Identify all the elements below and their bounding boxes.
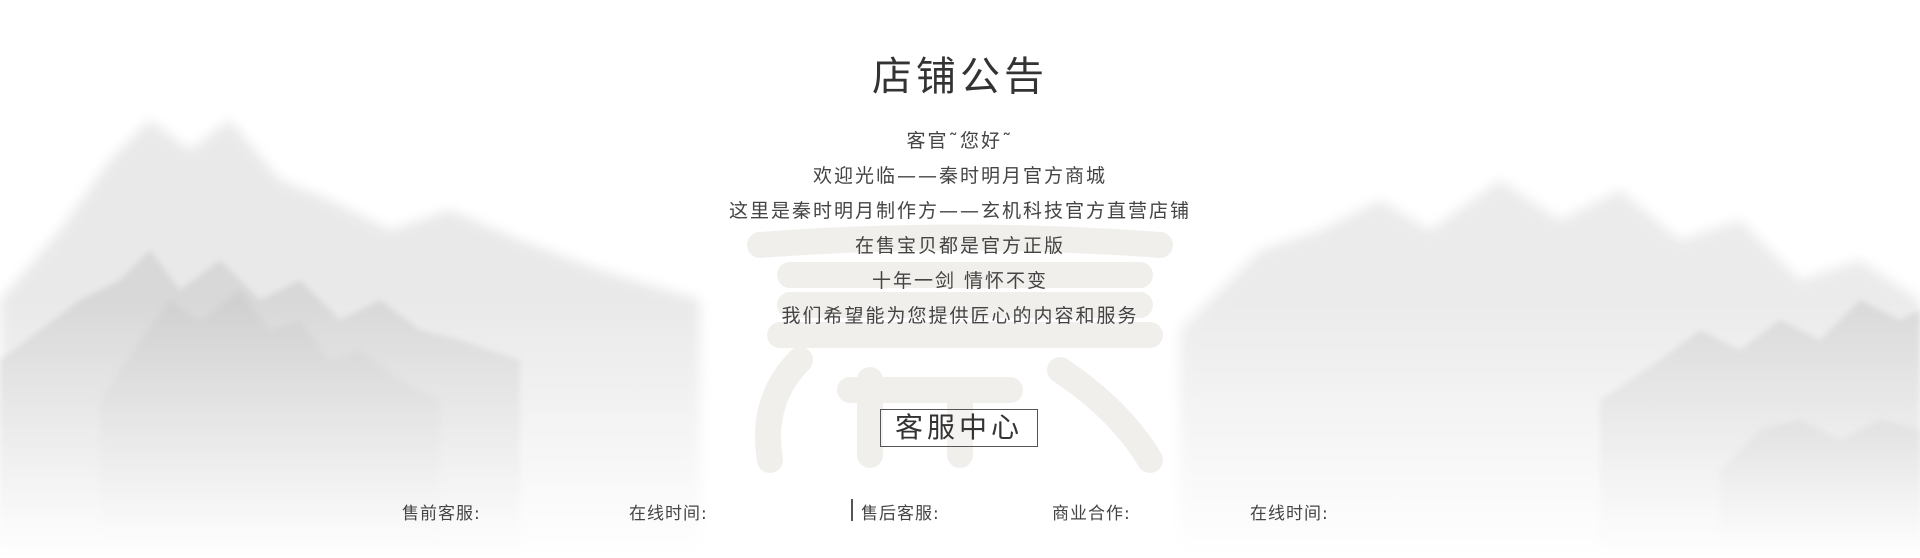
divider bbox=[851, 499, 853, 521]
notice-line: 我们希望能为您提供匠心的内容和服务 bbox=[781, 305, 1139, 327]
notice-line: 客官˜您好˜ bbox=[906, 130, 1014, 152]
page-title: 店铺公告 bbox=[872, 54, 1048, 100]
notice-line: 这里是秦时明月制作方——玄机科技官方直营店铺 bbox=[728, 200, 1191, 222]
notice-line: 十年一剑 情怀不变 bbox=[871, 270, 1049, 292]
presale-service-label: 售前客服: bbox=[402, 504, 481, 524]
notice-line: 在售宝贝都是官方正版 bbox=[854, 235, 1065, 257]
notice-line: 欢迎光临——秦时明月官方商城 bbox=[812, 165, 1107, 187]
announcement-text: 客官˜您好˜ 欢迎光临——秦时明月官方商城 这里是秦时明月制作方——玄机科技官方… bbox=[0, 124, 1920, 334]
store-announcement: 店铺公告 客官˜您好˜ 欢迎光临——秦时明月官方商城 这里是秦时明月制作方——玄… bbox=[0, 0, 1920, 558]
business-cooperation-label: 商业合作: bbox=[1052, 504, 1131, 524]
online-time-label: 在线时间: bbox=[629, 504, 708, 524]
online-time-label-2: 在线时间: bbox=[1250, 504, 1329, 524]
aftersale-service-label: 售后客服: bbox=[861, 504, 940, 524]
customer-service-button[interactable]: 客服中心 bbox=[880, 409, 1038, 447]
